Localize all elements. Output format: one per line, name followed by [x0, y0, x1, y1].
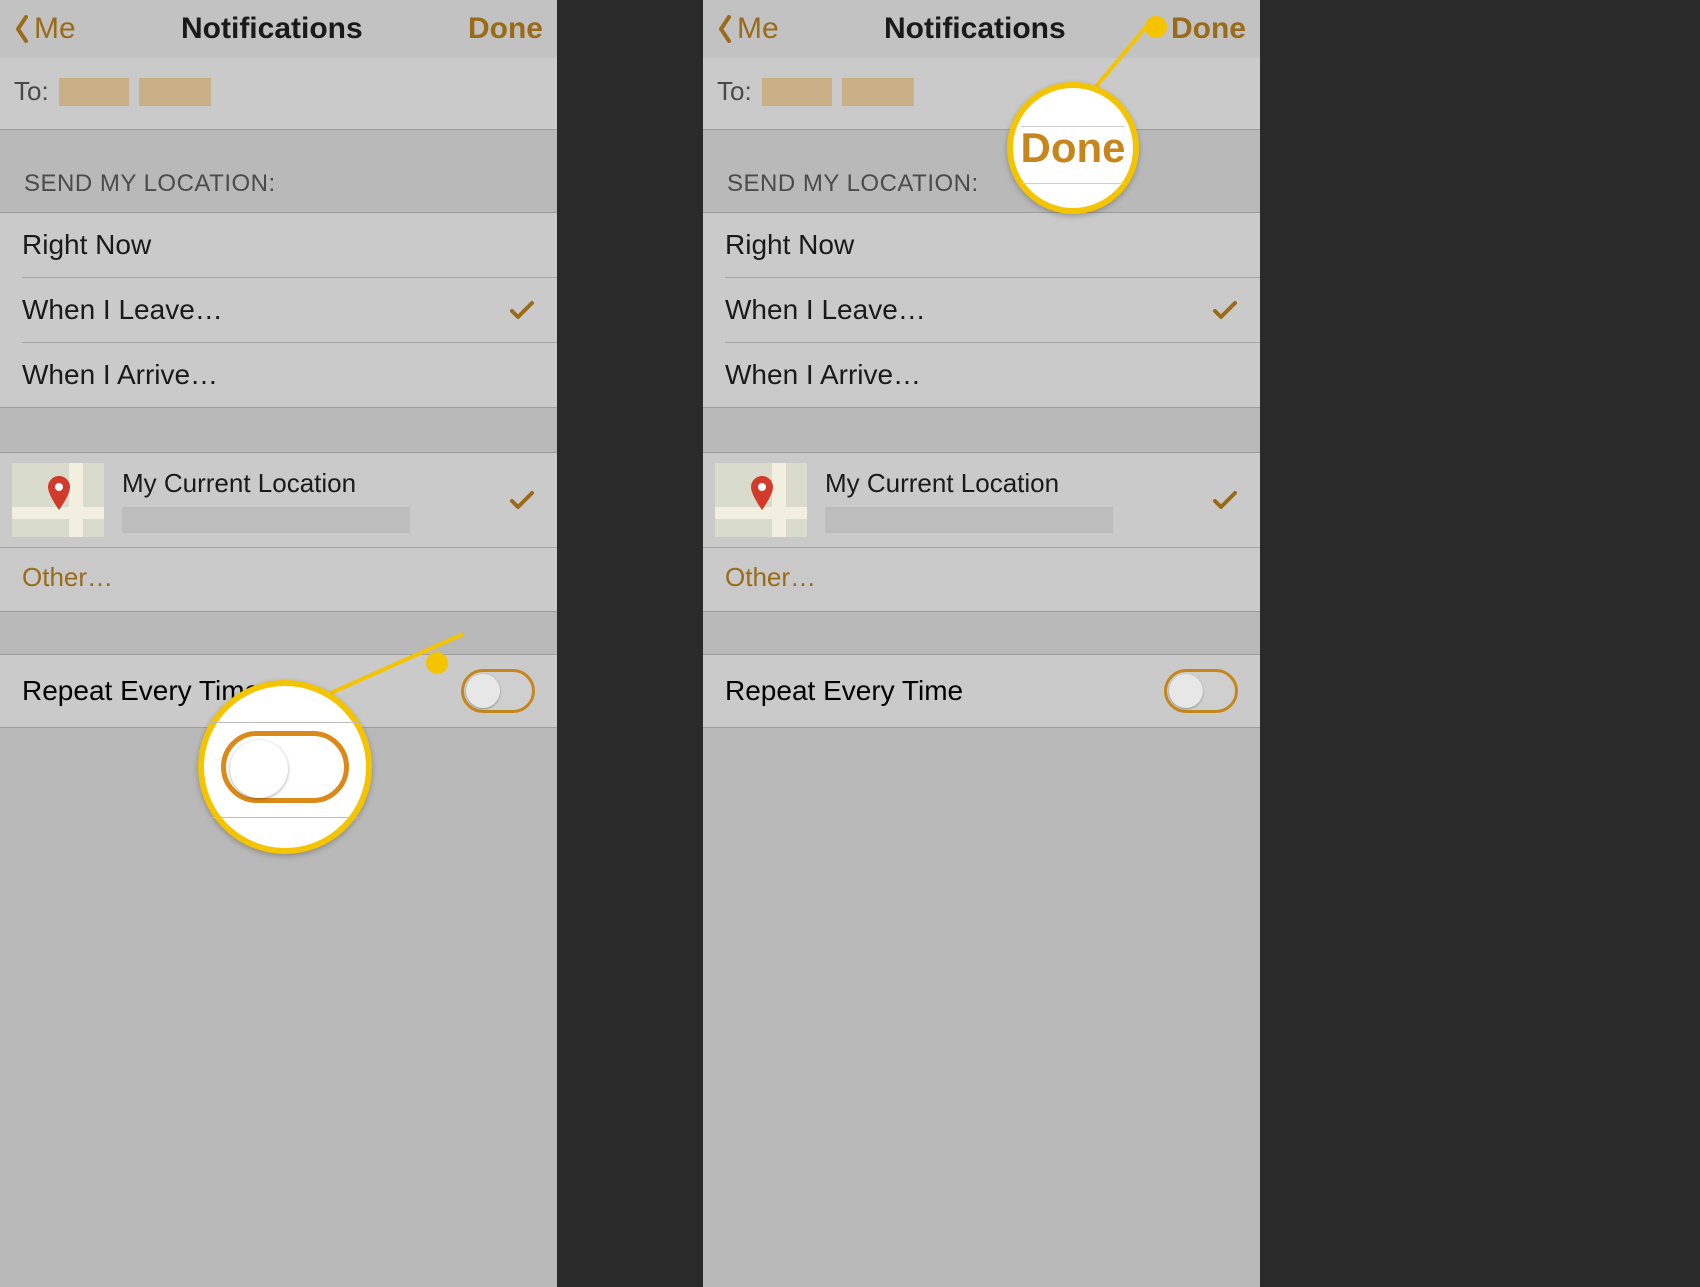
repeat-toggle[interactable]: [461, 669, 535, 713]
back-label: Me: [34, 12, 76, 46]
option-label: When I Arrive…: [725, 359, 921, 391]
to-label: To:: [717, 76, 752, 107]
location-text: My Current Location: [825, 468, 1194, 533]
location-text: My Current Location: [122, 468, 491, 533]
repeat-row: Repeat Every Time: [0, 655, 557, 727]
option-label: Right Now: [22, 229, 151, 261]
repeat-label: Repeat Every Time: [22, 675, 260, 707]
option-label: Right Now: [725, 229, 854, 261]
location-title: My Current Location: [122, 468, 491, 499]
other-location-button[interactable]: Other…: [703, 547, 1260, 611]
to-label: To:: [14, 76, 49, 107]
option-right-now[interactable]: Right Now: [0, 213, 557, 277]
location-block: My Current Location Other…: [703, 452, 1260, 612]
repeat-block: Repeat Every Time: [0, 654, 557, 728]
map-pin-icon: [750, 476, 774, 510]
to-row: To:: [0, 58, 557, 130]
page-title: Notifications: [884, 12, 1066, 46]
checkmark-icon: [509, 489, 535, 511]
location-title: My Current Location: [825, 468, 1194, 499]
option-when-i-leave[interactable]: When I Leave…: [22, 277, 557, 342]
checkmark-icon: [1212, 489, 1238, 511]
done-button[interactable]: Done: [468, 12, 543, 46]
back-button[interactable]: Me: [14, 12, 76, 46]
section-header-send: SEND MY LOCATION:: [703, 130, 1260, 212]
redacted-name: [762, 78, 832, 106]
repeat-row: Repeat Every Time: [703, 655, 1260, 727]
map-pin-icon: [47, 476, 71, 510]
map-thumbnail: [12, 463, 104, 537]
location-row[interactable]: My Current Location: [703, 453, 1260, 547]
checkmark-icon: [509, 299, 535, 321]
navbar: Me Notifications Done: [0, 0, 557, 58]
option-when-i-leave[interactable]: When I Leave…: [725, 277, 1260, 342]
location-block: My Current Location Other…: [0, 452, 557, 612]
redacted-name: [59, 78, 129, 106]
repeat-toggle-zoom[interactable]: [221, 731, 349, 803]
navbar: Me Notifications Done: [703, 0, 1260, 58]
chevron-left-icon: [717, 15, 733, 43]
screen-left: Me Notifications Done To: SEND MY LOCATI…: [0, 0, 557, 1287]
repeat-label: Repeat Every Time: [725, 675, 963, 707]
option-label: When I Leave…: [725, 294, 926, 326]
chevron-left-icon: [14, 15, 30, 43]
empty-area: [0, 728, 557, 1287]
to-row: To:: [703, 58, 1260, 130]
map-thumbnail: [715, 463, 807, 537]
option-when-i-arrive[interactable]: When I Arrive…: [725, 342, 1260, 407]
other-location-button[interactable]: Other…: [0, 547, 557, 611]
empty-area: [703, 728, 1260, 1287]
screen-right: Me Notifications Done To: SEND MY LOCATI…: [703, 0, 1260, 1287]
checkmark-icon: [1212, 299, 1238, 321]
send-options-list: Right Now When I Leave… When I Arrive…: [703, 212, 1260, 408]
back-button[interactable]: Me: [717, 12, 779, 46]
back-label: Me: [737, 12, 779, 46]
repeat-toggle[interactable]: [1164, 669, 1238, 713]
page-title: Notifications: [181, 12, 363, 46]
option-right-now[interactable]: Right Now: [703, 213, 1260, 277]
done-button[interactable]: Done: [1171, 12, 1246, 46]
option-label: When I Arrive…: [22, 359, 218, 391]
option-when-i-arrive[interactable]: When I Arrive…: [22, 342, 557, 407]
option-label: When I Leave…: [22, 294, 223, 326]
redacted-address: [122, 507, 410, 533]
redacted-address: [825, 507, 1113, 533]
redacted-name: [842, 78, 914, 106]
repeat-block: Repeat Every Time: [703, 654, 1260, 728]
section-header-send: SEND MY LOCATION:: [0, 130, 557, 212]
location-row[interactable]: My Current Location: [0, 453, 557, 547]
send-options-list: Right Now When I Leave… When I Arrive…: [0, 212, 557, 408]
redacted-name: [139, 78, 211, 106]
